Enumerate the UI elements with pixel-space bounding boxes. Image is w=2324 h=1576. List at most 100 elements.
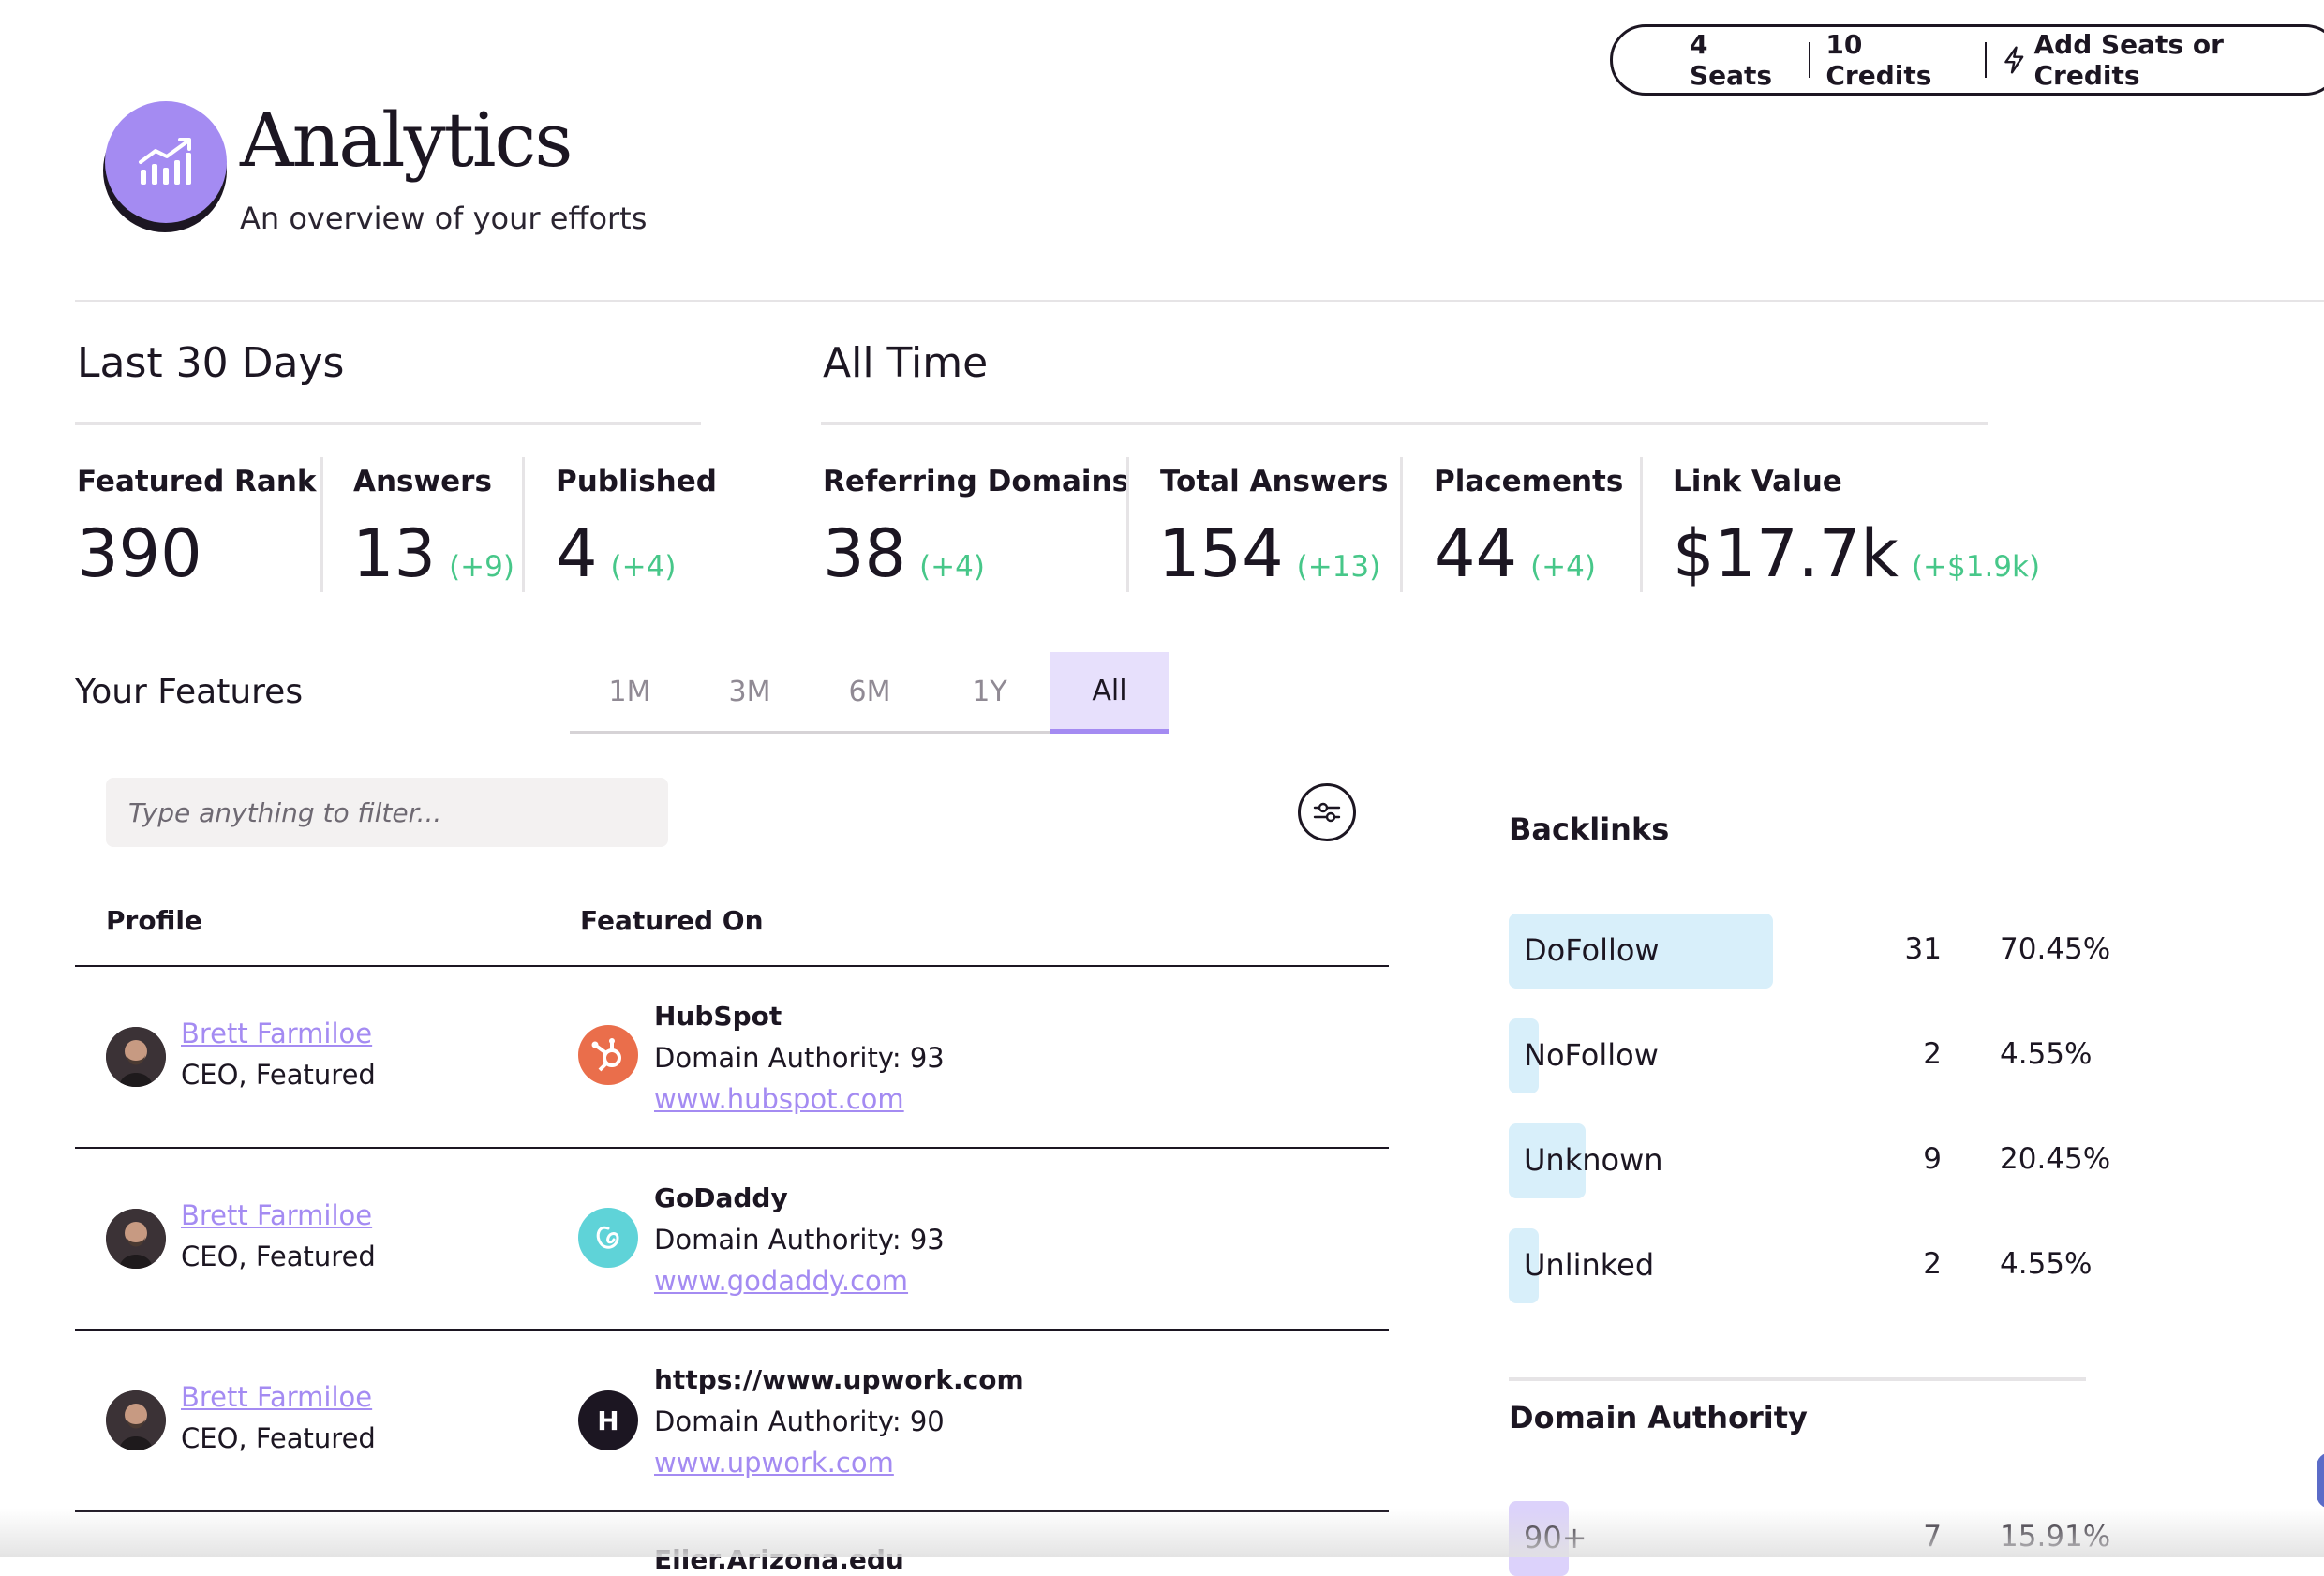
stat-published: 4 (+4) <box>556 521 676 587</box>
backlink-percent: 70.45% <box>2000 932 2111 966</box>
stat-value: 38 <box>823 515 907 592</box>
stat-label-total-answers: Total Answers <box>1160 465 1389 498</box>
profile-role: CEO, Featured <box>181 1241 376 1272</box>
bottom-fade <box>0 1509 2324 1557</box>
backlink-label: Unlinked <box>1524 1247 1655 1283</box>
tab-1m[interactable]: 1M <box>570 652 690 731</box>
upwork-logo-icon: H <box>578 1390 638 1450</box>
site-url-link[interactable]: www.upwork.com <box>654 1447 894 1479</box>
backlink-percent: 4.55% <box>2000 1247 2093 1281</box>
stat-featured-rank: 390 <box>77 521 202 587</box>
avatar <box>106 1390 166 1450</box>
column-header-featured-on: Featured On <box>580 905 764 936</box>
lightning-icon <box>2004 46 2024 74</box>
stat-answers: 13 (+9) <box>352 521 514 587</box>
stat-label-referring-domains: Referring Domains <box>823 465 1130 498</box>
header-divider <box>75 300 2324 302</box>
backlink-count: 2 <box>1923 1037 1942 1071</box>
backlink-percent: 20.45% <box>2000 1142 2111 1176</box>
stat-placements: 44 (+4) <box>1434 521 1596 587</box>
backlink-count: 9 <box>1923 1142 1942 1176</box>
page-subtitle: An overview of your efforts <box>240 201 648 236</box>
sliders-icon <box>1313 802 1341 823</box>
site-name: https://www.upwork.com <box>654 1364 1024 1395</box>
site-url-link[interactable]: www.godaddy.com <box>654 1265 908 1297</box>
stat-label-placements: Placements <box>1434 465 1624 498</box>
domain-authority-title: Domain Authority <box>1509 1400 1808 1435</box>
hubspot-logo-icon <box>578 1025 638 1085</box>
table-rule <box>75 965 1389 967</box>
backlink-label: DoFollow <box>1524 932 1660 968</box>
stat-label-answers: Answers <box>353 465 492 498</box>
stat-delta: (+4) <box>919 550 985 584</box>
backlink-label: NoFollow <box>1524 1037 1659 1073</box>
row-divider <box>75 1147 1389 1149</box>
stat-delta: (+13) <box>1296 550 1381 584</box>
filter-input[interactable] <box>106 778 668 847</box>
stat-divider <box>1126 457 1129 592</box>
stat-divider <box>320 457 323 592</box>
analytics-logo <box>105 101 227 223</box>
profile-name-link[interactable]: Brett Farmiloe <box>181 1199 372 1231</box>
stat-total-answers: 154 (+13) <box>1158 521 1380 587</box>
site-name: HubSpot <box>654 1001 782 1032</box>
stat-delta: (+$1.9k) <box>1911 550 2041 584</box>
site-domain-authority: Domain Authority: 93 <box>654 1042 945 1074</box>
alltime-rule <box>821 422 1988 425</box>
tab-3m[interactable]: 3M <box>690 652 810 731</box>
last30-title: Last 30 Days <box>77 339 345 387</box>
stat-referring-domains: 38 (+4) <box>823 521 985 587</box>
stat-label-link-value: Link Value <box>1673 465 1842 498</box>
stat-delta: (+4) <box>1530 550 1596 584</box>
backlink-percent: 4.55% <box>2000 1037 2093 1071</box>
avatar <box>106 1027 166 1087</box>
backlink-label: Unknown <box>1524 1142 1663 1178</box>
avatar <box>106 1209 166 1269</box>
last30-rule <box>75 422 701 425</box>
stat-value: 4 <box>556 515 598 592</box>
stat-value: 44 <box>1434 515 1518 592</box>
page-title: Analytics <box>240 97 573 184</box>
features-title: Your Features <box>75 673 304 711</box>
add-seats-label: Add Seats or Credits <box>2034 29 2224 91</box>
stat-divider <box>1640 457 1643 592</box>
profile-name-link[interactable]: Brett Farmiloe <box>181 1018 372 1049</box>
site-domain-authority: Domain Authority: 90 <box>654 1405 945 1437</box>
stat-delta: (+9) <box>449 550 514 584</box>
stat-value: $17.7k <box>1673 515 1899 592</box>
site-url-link[interactable]: www.hubspot.com <box>654 1083 904 1115</box>
column-header-profile: Profile <box>106 905 202 936</box>
stat-value: 390 <box>77 515 202 592</box>
add-seats-button[interactable]: Add Seats or Credits <box>1987 29 2324 91</box>
help-widget-button[interactable] <box>2317 1452 2324 1509</box>
alltime-title: All Time <box>823 339 989 387</box>
profile-role: CEO, Featured <box>181 1059 376 1091</box>
chart-bars-icon <box>139 138 191 185</box>
period-tabs: 1M 3M 6M 1Y All <box>570 652 1169 734</box>
stat-divider <box>1400 457 1403 592</box>
stat-label-featured-rank: Featured Rank <box>77 465 317 498</box>
filter-settings-button[interactable] <box>1298 783 1356 841</box>
stat-divider <box>522 457 525 592</box>
tab-1y[interactable]: 1Y <box>930 652 1050 731</box>
stat-link-value: $17.7k (+$1.9k) <box>1673 521 2040 587</box>
stat-value: 13 <box>352 515 437 592</box>
site-name: GoDaddy <box>654 1182 788 1213</box>
godaddy-logo-icon <box>578 1208 638 1268</box>
profile-role: CEO, Featured <box>181 1422 376 1454</box>
backlinks-title: Backlinks <box>1509 811 1670 847</box>
domain-authority-rule <box>1509 1377 2086 1381</box>
backlink-count: 2 <box>1923 1247 1942 1281</box>
stat-delta: (+4) <box>610 550 677 584</box>
credits-count: 10 Credits <box>1825 29 1932 91</box>
backlink-count: 31 <box>1904 932 1942 966</box>
account-pill: 4 Seats 10 Credits Add Seats or Credits <box>1610 24 2324 96</box>
seats-count: 4 Seats <box>1690 29 1773 91</box>
tab-6m[interactable]: 6M <box>810 652 930 731</box>
profile-name-link[interactable]: Brett Farmiloe <box>181 1381 372 1413</box>
stat-label-published: Published <box>556 465 717 498</box>
tab-all[interactable]: All <box>1050 652 1169 734</box>
row-divider <box>75 1329 1389 1331</box>
stat-value: 154 <box>1158 515 1284 592</box>
site-domain-authority: Domain Authority: 93 <box>654 1224 945 1256</box>
